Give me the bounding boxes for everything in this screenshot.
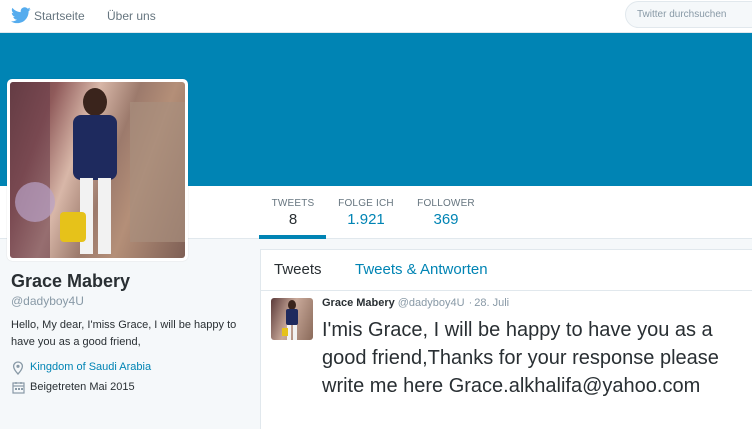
tweet-date[interactable]: 28. Juli bbox=[474, 297, 509, 309]
tweet-avatar-figure bbox=[282, 300, 298, 340]
twitter-bird-icon[interactable] bbox=[11, 7, 31, 24]
location-pin-icon bbox=[12, 361, 24, 375]
stat-following-label: FOLGE ICH bbox=[338, 198, 394, 209]
profile-avatar[interactable] bbox=[7, 79, 188, 261]
stat-followers-label: FOLLOWER bbox=[417, 198, 475, 209]
stat-followers-value: 369 bbox=[433, 211, 459, 228]
joined-date: Beigetreten Mai 2015 bbox=[30, 381, 135, 393]
active-stat-indicator bbox=[259, 235, 326, 239]
avatar-photo bbox=[10, 82, 185, 258]
nav-about-link[interactable]: Über uns bbox=[107, 9, 156, 23]
tweets-panel: Tweets Tweets & Antworten Grace Mabery @d… bbox=[260, 249, 752, 429]
stat-following-value: 1.921 bbox=[347, 211, 385, 228]
stat-tweets[interactable]: TWEETS 8 bbox=[268, 198, 318, 228]
stat-tweets-value: 8 bbox=[288, 211, 298, 228]
nav-home-link[interactable]: Startseite bbox=[34, 9, 85, 23]
stat-tweets-label: TWEETS bbox=[271, 198, 315, 209]
tweet-text: I'mis Grace, I will be happy to have you… bbox=[322, 319, 719, 397]
tweet-author-name[interactable]: Grace Mabery bbox=[322, 297, 395, 309]
profile-handle[interactable]: @dadyboy4U bbox=[11, 294, 84, 308]
tweet-author-handle[interactable]: @dadyboy4U bbox=[398, 297, 465, 309]
tweet-header: Grace Mabery @dadyboy4U · 28. Juli bbox=[322, 297, 509, 309]
search-placeholder: Twitter durchsuchen bbox=[637, 9, 727, 20]
profile-bio: Hello, My dear, I'miss Grace, I will be … bbox=[11, 319, 237, 348]
top-navigation: Startseite Über uns Twitter durchsuchen bbox=[0, 0, 752, 33]
calendar-icon bbox=[12, 382, 25, 394]
avatar-figure bbox=[10, 82, 185, 258]
search-input[interactable]: Twitter durchsuchen bbox=[625, 1, 752, 28]
stat-following[interactable]: FOLGE ICH 1.921 bbox=[336, 198, 396, 228]
profile-name[interactable]: Grace Mabery bbox=[11, 271, 130, 292]
tab-tweets[interactable]: Tweets bbox=[274, 261, 322, 278]
location-link[interactable]: Kingdom of Saudi Arabia bbox=[30, 361, 151, 373]
tab-tweets-replies[interactable]: Tweets & Antworten bbox=[355, 261, 488, 278]
tweet-separator: · bbox=[468, 297, 473, 309]
stat-followers[interactable]: FOLLOWER 369 bbox=[416, 198, 476, 228]
tweet-item[interactable]: Grace Mabery @dadyboy4U · 28. Juli I'mis Gr… bbox=[261, 291, 752, 429]
tweet-avatar[interactable] bbox=[271, 298, 313, 340]
